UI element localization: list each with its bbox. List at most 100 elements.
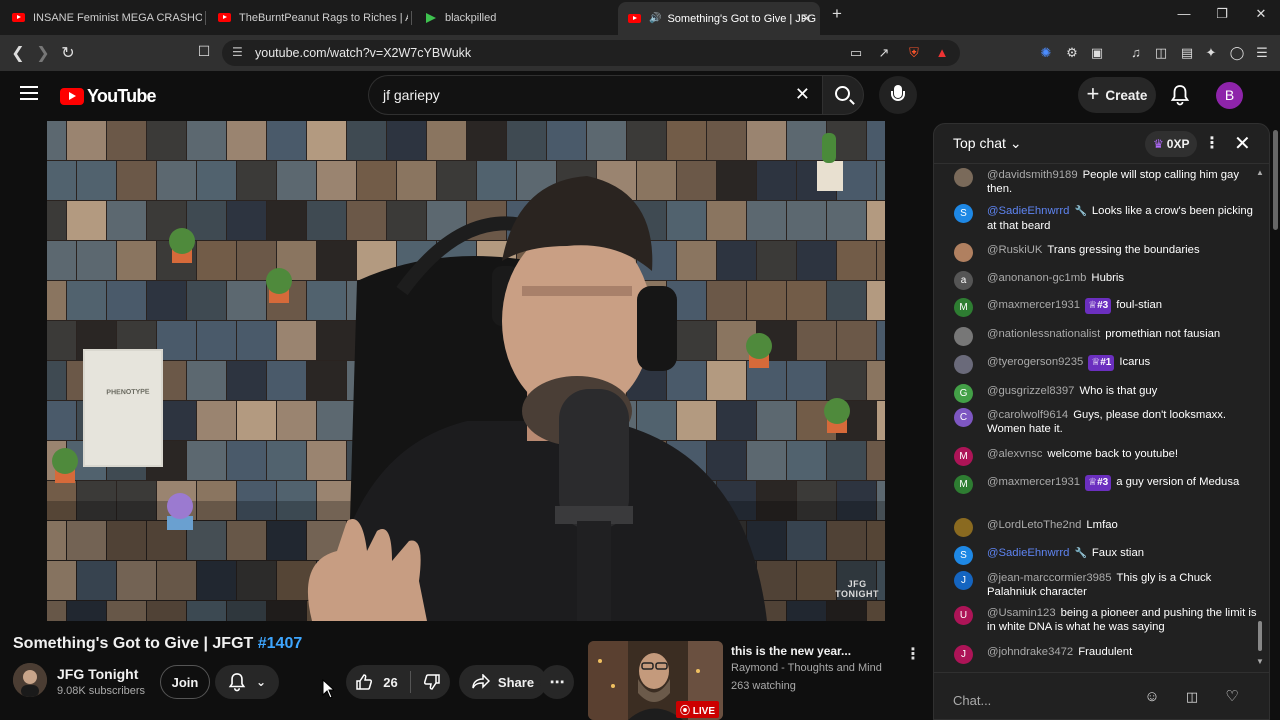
menu-icon[interactable]: ☰ [1253, 44, 1271, 62]
chat-author-avatar[interactable]: S [954, 546, 973, 565]
new-tab-button[interactable]: + [822, 4, 852, 24]
chevron-down-icon: ⌄ [255, 675, 267, 689]
chat-author-avatar[interactable]: U [954, 606, 973, 625]
channel-name[interactable]: JFG Tonight [57, 666, 138, 682]
close-tab-icon[interactable]: ✕ [801, 11, 812, 27]
extensions-puzzle-icon[interactable]: ⚙ [1063, 44, 1081, 62]
chat-author-avatar[interactable] [954, 355, 973, 374]
forward-arrow-icon[interactable]: ❯ [32, 43, 54, 63]
chat-message-text: promethian not fausian [1105, 328, 1221, 340]
youtube-logo[interactable]: YouTube [60, 86, 157, 107]
chat-author-avatar[interactable]: M [954, 298, 973, 317]
voice-search-button[interactable] [879, 76, 917, 114]
search-button[interactable] [822, 75, 864, 115]
sidebar-icon[interactable]: ◫ [1152, 44, 1170, 62]
video-player[interactable]: JFG TONIGHT PHENOTYPE [47, 121, 885, 621]
chat-author-avatar[interactable] [954, 518, 973, 537]
leaderboard-badge: ♕#3 [1085, 298, 1112, 314]
wallet-icon[interactable]: ▣ [1088, 44, 1106, 62]
chat-author-name[interactable]: @RuskiUK [987, 244, 1042, 256]
close-chat-icon[interactable]: ✕ [1234, 131, 1251, 156]
maximize-icon[interactable]: ❐ [1207, 6, 1237, 22]
page-scrollbar-thumb[interactable] [1273, 130, 1278, 230]
suggested-more-icon[interactable]: ⋮ [905, 644, 921, 664]
account-avatar[interactable]: B [1216, 82, 1243, 109]
share-page-icon[interactable]: ↗ [875, 44, 893, 62]
chat-author-name[interactable]: @gusgrizzel8397 [987, 385, 1074, 397]
chat-author-avatar[interactable]: M [954, 447, 973, 466]
brave-shields-icon[interactable]: ⛨ [905, 44, 923, 62]
suggested-video-thumbnail[interactable]: ⦿ LIVE [588, 641, 723, 720]
cast-icon[interactable]: ▭ [847, 44, 865, 62]
notifications-bell-icon[interactable] [1170, 84, 1190, 106]
suggested-video-title[interactable]: this is the new year... [731, 644, 851, 658]
chat-author-name[interactable]: @jean-marccormier3985 [987, 572, 1111, 584]
video-hashtag[interactable]: #1407 [258, 635, 303, 652]
chat-author-avatar[interactable]: S [954, 204, 973, 223]
browser-tab-2[interactable]: TheBurntPeanut Rags to Riches | ARC [208, 4, 408, 31]
chat-author-avatar[interactable] [954, 168, 973, 187]
super-chat-icon[interactable]: ◫ [1182, 687, 1202, 707]
url-text[interactable]: youtube.com/watch?v=X2W7cYBWukk [255, 46, 471, 60]
scroll-up-arrow-icon[interactable]: ▲ [1256, 168, 1264, 177]
search-input[interactable]: jf gariepy [383, 87, 440, 103]
like-button[interactable]: 26 [355, 673, 398, 691]
reading-list-icon[interactable]: ▤ [1178, 44, 1196, 62]
extension-icon[interactable]: ✺ [1037, 44, 1055, 62]
chat-author-avatar[interactable] [954, 327, 973, 346]
chat-author-avatar[interactable]: M [954, 475, 973, 494]
chat-author-name[interactable]: @johndrake3472 [987, 646, 1073, 658]
emoji-icon[interactable]: ☺ [1142, 687, 1162, 707]
chat-author-name[interactable]: @maxmercer1931 [987, 476, 1080, 488]
chat-author-name[interactable]: @SadieEhnwrrd [987, 205, 1069, 217]
address-bar[interactable]: ☰ youtube.com/watch?v=X2W7cYBWukk ▭ ↗ ⛨ … [222, 40, 960, 66]
share-button[interactable]: Share [459, 665, 547, 699]
bookmark-icon[interactable]: ☐ [193, 43, 215, 60]
chat-author-name[interactable]: @carolwolf9614 [987, 409, 1068, 421]
minimize-icon[interactable]: — [1169, 6, 1199, 21]
media-icon[interactable]: ♫ [1127, 44, 1145, 62]
chat-author-avatar[interactable]: J [954, 645, 973, 664]
chat-author-avatar[interactable]: J [954, 571, 973, 590]
chat-more-icon[interactable]: ⋮ [1204, 133, 1220, 153]
vpn-icon[interactable]: ◯ [1228, 44, 1246, 62]
browser-tab-1[interactable]: INSANE Feminist MEGA CRASHOUT ! [2, 4, 202, 31]
chat-author-avatar[interactable]: C [954, 408, 973, 427]
back-arrow-icon[interactable]: ❮ [7, 43, 29, 63]
close-window-icon[interactable]: ✕ [1246, 6, 1276, 22]
thumbs-down-icon[interactable] [423, 673, 441, 691]
chat-author-name[interactable]: @Usamin123 [987, 607, 1056, 619]
more-actions-button[interactable]: ⋯ [540, 665, 574, 699]
chat-mode-dropdown[interactable]: Top chat ⌄ [953, 135, 1022, 152]
chat-author-avatar[interactable] [954, 243, 973, 262]
brave-rewards-icon[interactable]: ▲ [933, 44, 951, 62]
browser-tab-active[interactable]: 🔊 Something's Got to Give | JFG ✕ [618, 2, 820, 35]
chat-scrollbar[interactable] [1258, 621, 1262, 651]
hamburger-menu-icon[interactable] [20, 86, 38, 100]
clear-search-icon[interactable]: ✕ [795, 84, 810, 105]
leo-ai-icon[interactable]: ✦ [1202, 44, 1220, 62]
subscribed-notifications-button[interactable]: ⌄ [215, 665, 279, 699]
search-box[interactable]: jf gariepy ✕ [368, 75, 822, 115]
scroll-down-arrow-icon[interactable]: ▼ [1256, 657, 1264, 666]
chat-author-avatar[interactable]: G [954, 384, 973, 403]
join-button[interactable]: Join [160, 665, 210, 699]
suggested-video-channel[interactable]: Raymond - Thoughts and Mind [731, 662, 882, 674]
chat-input[interactable] [953, 689, 1143, 711]
chat-author-name[interactable]: @davidsmith9189 [987, 169, 1078, 181]
channel-avatar[interactable] [13, 663, 47, 697]
create-button[interactable]: + Create [1078, 77, 1156, 113]
chat-author-name[interactable]: @nationlessnationalist [987, 328, 1100, 340]
xp-badge[interactable]: ♛ 0XP [1145, 131, 1198, 157]
chat-author-name[interactable]: @LordLetoThe2nd [987, 519, 1081, 531]
chat-author-name[interactable]: @SadieEhnwrrd [987, 547, 1069, 559]
heart-icon[interactable]: ♡ [1222, 687, 1242, 707]
reload-icon[interactable]: ↻ [57, 43, 79, 63]
chat-author-name[interactable]: @tyerogerson9235 [987, 356, 1083, 368]
site-info-icon[interactable]: ☰ [232, 45, 243, 59]
chat-author-name[interactable]: @maxmercer1931 [987, 299, 1080, 311]
chat-author-name[interactable]: @anonanon-gc1mb [987, 272, 1086, 284]
browser-tab-3[interactable]: blackpilled [414, 4, 614, 31]
chat-author-avatar[interactable]: a [954, 271, 973, 290]
chat-author-name[interactable]: @alexvnsc [987, 448, 1042, 460]
